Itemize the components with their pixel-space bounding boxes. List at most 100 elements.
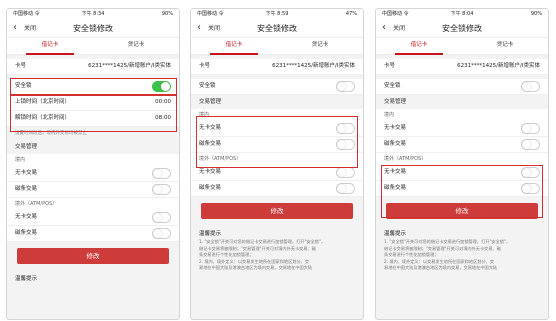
domestic-cardless-toggle[interactable] — [521, 123, 540, 134]
domestic-cardless-toggle[interactable] — [152, 168, 171, 179]
overseas-magnetic-toggle[interactable] — [152, 228, 171, 239]
clock: 下午 8:34 — [81, 11, 105, 17]
tab-credit[interactable]: 贷记卡 — [277, 38, 363, 54]
status-bar: 中国移动 令 下午 8:34 90% — [7, 9, 179, 19]
lock-toggle[interactable] — [521, 81, 540, 92]
card-tabs: 借记卡 贷记卡 — [7, 38, 179, 55]
overseas-cardless-toggle[interactable] — [336, 167, 355, 178]
lock-start-label: 上锁时间（北京时间） — [15, 99, 71, 105]
clock: 下午 8:59 — [265, 11, 289, 17]
card-tabs: 借记卡 贷记卡 — [376, 38, 548, 55]
modify-button[interactable]: 修改 — [386, 203, 538, 219]
cardless-label: 无卡交易 — [384, 125, 407, 131]
page-title: 安全锁修改 — [442, 24, 482, 33]
toggle-knob — [153, 229, 162, 238]
overseas-cardless-row: 无卡交易 — [7, 210, 179, 226]
domestic-cardless-row: 无卡交易 — [376, 121, 548, 137]
overseas-magnetic-row: 磁条交易 — [7, 226, 179, 242]
lock-start-value: 00:00 — [155, 99, 171, 105]
lock-row: 安全锁 — [191, 79, 363, 95]
tab-credit[interactable]: 贷记卡 — [462, 38, 548, 54]
toggle-knob — [337, 184, 346, 193]
nav-bar: ‹ 关闭 安全锁修改 — [191, 19, 363, 38]
domestic-magnetic-row: 磁条交易 — [191, 137, 363, 153]
tab-debit[interactable]: 借记卡 — [376, 38, 462, 55]
lock-toggle[interactable] — [336, 81, 355, 92]
magnetic-label: 磁条交易 — [15, 230, 38, 236]
lock-label: 安全锁 — [199, 83, 216, 89]
domestic-label: 境内 — [7, 154, 179, 166]
overseas-magnetic-toggle[interactable] — [521, 183, 540, 194]
lock-end-row[interactable]: 解锁时间（北京时间） 08:00 — [7, 111, 179, 127]
lock-end-label: 解锁时间（北京时间） — [15, 115, 71, 121]
trade-section-title: 交易管理 — [384, 99, 407, 105]
modify-button[interactable]: 修改 — [17, 248, 169, 264]
lock-note: 设置时间段后，境内外交易均被禁止 — [15, 131, 87, 136]
magnetic-label: 磁条交易 — [384, 141, 407, 147]
overseas-magnetic-row: 磁条交易 — [376, 181, 548, 197]
overseas-cardless-toggle[interactable] — [152, 212, 171, 223]
domestic-cardless-toggle[interactable] — [336, 123, 355, 134]
magnetic-label: 磁条交易 — [15, 186, 38, 192]
magnetic-label: 磁条交易 — [384, 185, 407, 191]
domestic-magnetic-row: 磁条交易 — [376, 137, 548, 153]
domestic-magnetic-toggle[interactable] — [521, 139, 540, 150]
toggle-knob — [522, 82, 531, 91]
domestic-magnetic-toggle[interactable] — [152, 184, 171, 195]
tab-debit[interactable]: 借记卡 — [7, 38, 93, 55]
battery: 90% — [530, 11, 542, 17]
domestic-magnetic-toggle[interactable] — [336, 139, 355, 150]
lock-label: 安全锁 — [15, 83, 32, 89]
lock-row: 安全锁 — [376, 79, 548, 95]
card-number-row[interactable]: 卡号 6231****1425/新增账户/I类实体 — [376, 59, 548, 75]
card-number-row[interactable]: 卡号 6231****1425/新增账户/I类实体 — [191, 59, 363, 75]
toggle-knob — [337, 124, 346, 133]
toggle-knob — [337, 82, 346, 91]
hint-title: 温馨提示 — [199, 231, 222, 237]
tab-debit[interactable]: 借记卡 — [191, 38, 277, 55]
card-label: 卡号 — [199, 63, 211, 69]
card-label: 卡号 — [15, 63, 27, 69]
card-tabs: 借记卡 贷记卡 — [191, 38, 363, 55]
cardless-label: 无卡交易 — [199, 125, 222, 131]
toggle-knob — [522, 168, 531, 177]
overseas-label: 境外（ATM/POS） — [191, 153, 363, 165]
domestic-label: 境内 — [376, 109, 548, 121]
domestic-cardless-row: 无卡交易 — [191, 121, 363, 137]
battery: 47% — [345, 11, 357, 17]
lock-start-row[interactable]: 上锁时间（北京时间） 00:00 — [7, 95, 179, 111]
phone-screen-1: 中国移动 令 下午 8:34 90% ‹ 关闭 安全锁修改 借记卡 贷记卡 卡号… — [6, 8, 180, 320]
overseas-cardless-row: 无卡交易 — [376, 165, 548, 181]
battery: 90% — [161, 11, 173, 17]
phone-screen-2: 中国移动 令 下午 8:59 47% ‹ 关闭 安全锁修改 借记卡 贷记卡 卡号… — [190, 8, 364, 320]
toggle-knob — [522, 140, 531, 149]
page-title: 安全锁修改 — [257, 24, 297, 33]
tab-credit[interactable]: 贷记卡 — [93, 38, 179, 54]
toggle-knob — [337, 168, 346, 177]
clock: 下午 8:04 — [450, 11, 474, 17]
toggle-knob — [153, 169, 162, 178]
card-value: 6231****1425/新增账户/I类实体 — [88, 63, 171, 69]
overseas-magnetic-toggle[interactable] — [336, 183, 355, 194]
trade-section-title: 交易管理 — [199, 99, 222, 105]
nav-bar: ‹ 关闭 安全锁修改 — [376, 19, 548, 38]
hint-line: 易地在中国大陆及港澳台地区为境内交易，交易地在中国大陆 — [384, 265, 498, 270]
hint-line: 易地在中国大陆及港澳台地区为境内交易，交易地在中国大陆 — [199, 265, 313, 270]
domestic-cardless-row: 无卡交易 — [7, 166, 179, 182]
status-bar: 中国移动 令 下午 8:59 47% — [191, 9, 363, 19]
magnetic-label: 磁条交易 — [199, 185, 222, 191]
overseas-cardless-toggle[interactable] — [521, 167, 540, 178]
overseas-label: 境外（ATM/POS） — [7, 198, 179, 210]
lock-toggle[interactable] — [152, 81, 171, 92]
card-number-row[interactable]: 卡号 6231****1425/新增账户/I类实体 — [7, 59, 179, 75]
domestic-magnetic-row: 磁条交易 — [7, 182, 179, 198]
overseas-magnetic-row: 磁条交易 — [191, 181, 363, 197]
lock-row: 安全锁 — [7, 79, 179, 95]
trade-section-title: 交易管理 — [15, 144, 38, 150]
cardless-label: 无卡交易 — [384, 169, 407, 175]
modify-button[interactable]: 修改 — [201, 203, 353, 219]
cardless-label: 无卡交易 — [15, 214, 38, 220]
overseas-cardless-row: 无卡交易 — [191, 165, 363, 181]
toggle-knob — [161, 82, 170, 91]
domestic-label: 境内 — [191, 109, 363, 121]
